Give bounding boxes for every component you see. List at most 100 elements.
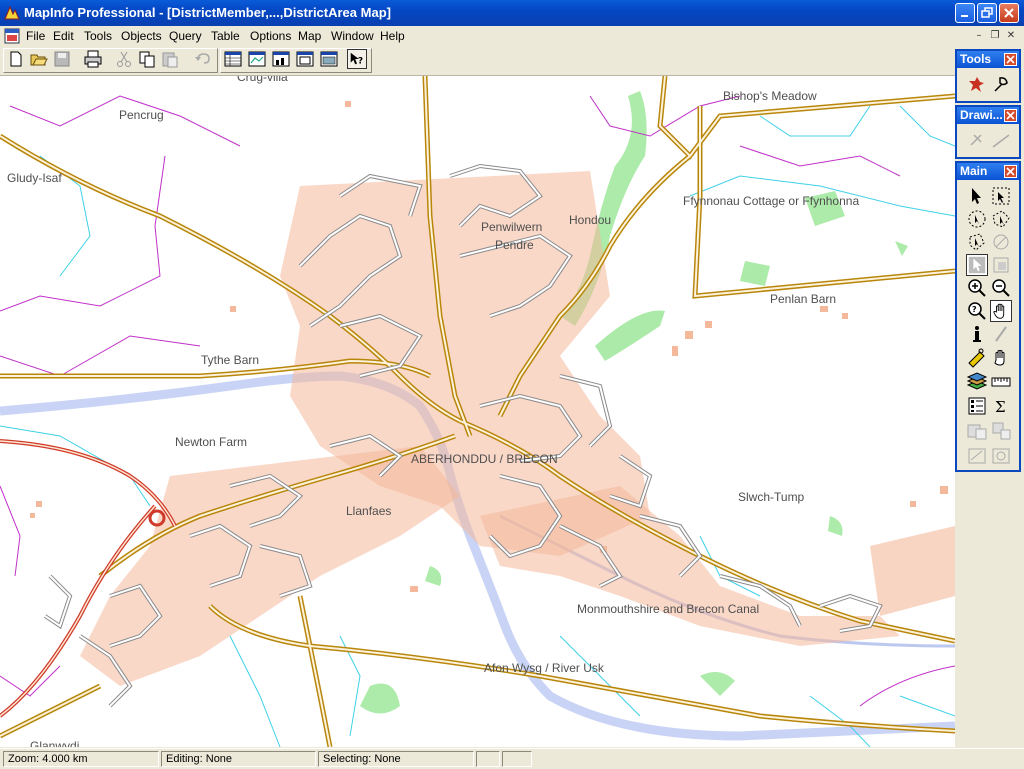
mapinfo-app-icon [4,5,20,20]
window-title: MapInfo Professional - [DistrictMember,.… [24,5,391,20]
status-selecting[interactable]: Selecting: None [318,751,474,767]
title-bar[interactable]: MapInfo Professional - [DistrictMember,.… [0,0,1024,26]
restore-button[interactable] [977,3,997,23]
label-tool-icon[interactable] [966,346,988,368]
status-editing[interactable]: Editing: None [161,751,316,767]
menu-edit[interactable]: Edit [53,29,74,43]
label-slwch-tump: Slwch-Tump [738,490,805,504]
map-window-icon[interactable] [247,49,267,69]
label-pencrug: Pencrug [119,108,164,122]
main-palette[interactable]: Main ? Σ [955,161,1021,472]
set-target-district-icon[interactable] [966,420,988,442]
mdi-restore-icon[interactable]: ❐ [988,29,1002,43]
marquee-select-icon[interactable] [990,185,1012,207]
main-palette-close-icon[interactable] [1004,165,1017,178]
mdi-close-icon[interactable]: ✕ [1004,29,1018,43]
svg-text:Σ: Σ [995,398,1006,416]
change-view-icon[interactable]: ? [966,300,988,322]
map-canvas[interactable] [0,76,955,747]
menu-tools[interactable]: Tools [84,29,112,43]
close-button[interactable] [999,3,1019,23]
tools-palette-close-icon[interactable] [1004,53,1017,66]
label-tythe-barn: Tythe Barn [201,353,260,367]
drag-map-window-icon[interactable] [990,346,1012,368]
label-crug-villa: Crug-villa [237,76,288,84]
radius-select-icon[interactable] [966,208,988,230]
paste-icon[interactable] [160,49,180,69]
clip-region-icon[interactable] [966,445,988,467]
drawing-palette-close-icon[interactable] [1004,109,1017,122]
statistics-sigma-icon[interactable]: Σ [990,395,1012,417]
copy-icon[interactable] [137,49,157,69]
minimize-button[interactable] [955,3,975,23]
map-window[interactable]: Crug-villa Pencrug Gludy-Isaf Bishop's M… [0,76,955,747]
label-river-usk: Afon Wysg / River Usk [484,661,604,675]
mdi-minimize-icon[interactable]: – [972,29,986,43]
zoom-in-icon[interactable] [966,277,988,299]
unselect-all-icon[interactable] [990,231,1012,253]
symbol-tool-icon[interactable] [966,130,988,152]
statistics-icon[interactable] [319,49,339,69]
drawing-palette-label: Drawi... [960,108,1003,122]
info-tool-icon[interactable] [966,323,988,345]
status-extra-1 [476,751,500,767]
menu-map[interactable]: Map [298,29,321,43]
browser-icon[interactable] [223,49,243,69]
menu-options[interactable]: Options [250,29,291,43]
undo-icon[interactable] [193,49,213,69]
drawing-palette[interactable]: Drawi... [955,105,1021,159]
new-icon[interactable] [6,49,26,69]
polygon-select-icon[interactable] [990,208,1012,230]
label-penlan-barn: Penlan Barn [770,292,837,306]
label-bishops-meadow: Bishop's Meadow [723,89,817,103]
set-clip-region-icon[interactable] [990,445,1012,467]
label-gludy-isaf: Gludy-Isaf [7,171,62,185]
line-tool-icon[interactable] [990,130,1012,152]
graph-icon[interactable] [271,49,291,69]
open-icon[interactable] [29,49,49,69]
legend-icon[interactable] [966,395,988,417]
menu-window[interactable]: Window [331,29,374,43]
label-llanfaes: Llanfaes [346,504,392,518]
tools-palette-title[interactable]: Tools [957,51,1019,68]
main-palette-label: Main [960,164,988,178]
svg-text:?: ? [358,57,363,67]
grabber-hand-icon[interactable] [990,300,1012,322]
label-pendre: Pendre [495,238,534,252]
menu-query[interactable]: Query [169,29,202,43]
drawing-palette-title[interactable]: Drawi... [957,107,1019,124]
standard-toolbar: ? [0,46,955,76]
menu-table[interactable]: Table [211,29,240,43]
menu-help[interactable]: Help [380,29,405,43]
label-newton-farm: Newton Farm [175,435,248,449]
layer-control-icon[interactable] [966,371,988,393]
layout-icon[interactable] [295,49,315,69]
tools-palette[interactable]: Tools [955,49,1021,103]
invert-selection-icon[interactable] [990,254,1012,276]
status-extra-2 [502,751,532,767]
main-palette-title[interactable]: Main [957,163,1019,180]
hotlink-tool-icon[interactable] [990,323,1012,345]
zoom-out-icon[interactable] [990,277,1012,299]
print-icon[interactable] [83,49,103,69]
assign-selected-objects-icon[interactable] [990,420,1012,442]
label-ffynnonau-cottage: Ffynnonau Cottage or Ffynhonna [683,194,860,208]
cut-icon[interactable] [114,49,134,69]
document-icon[interactable] [4,28,20,44]
mdi-controls: – ❐ ✕ [970,28,1018,43]
select-arrow-icon[interactable] [966,185,988,207]
tool-manager-icon[interactable] [990,74,1012,96]
status-bar: Zoom: 4.000 km Editing: None Selecting: … [0,748,1024,769]
run-tool-icon[interactable] [966,74,988,96]
menu-bar: File Edit Tools Objects Query Table Opti… [0,26,1024,46]
help-pointer-icon[interactable]: ? [347,49,367,69]
status-zoom[interactable]: Zoom: 4.000 km [3,751,159,767]
menu-file[interactable]: File [26,29,45,43]
boundary-select-icon[interactable] [966,231,988,253]
ruler-tool-icon[interactable] [990,371,1012,393]
menu-objects[interactable]: Objects [121,29,162,43]
graph-select-icon[interactable] [966,254,988,276]
save-icon[interactable] [52,49,72,69]
label-glanwydi: Glanwydi [30,739,80,747]
label-penwilwern: Penwilwern [481,220,543,234]
